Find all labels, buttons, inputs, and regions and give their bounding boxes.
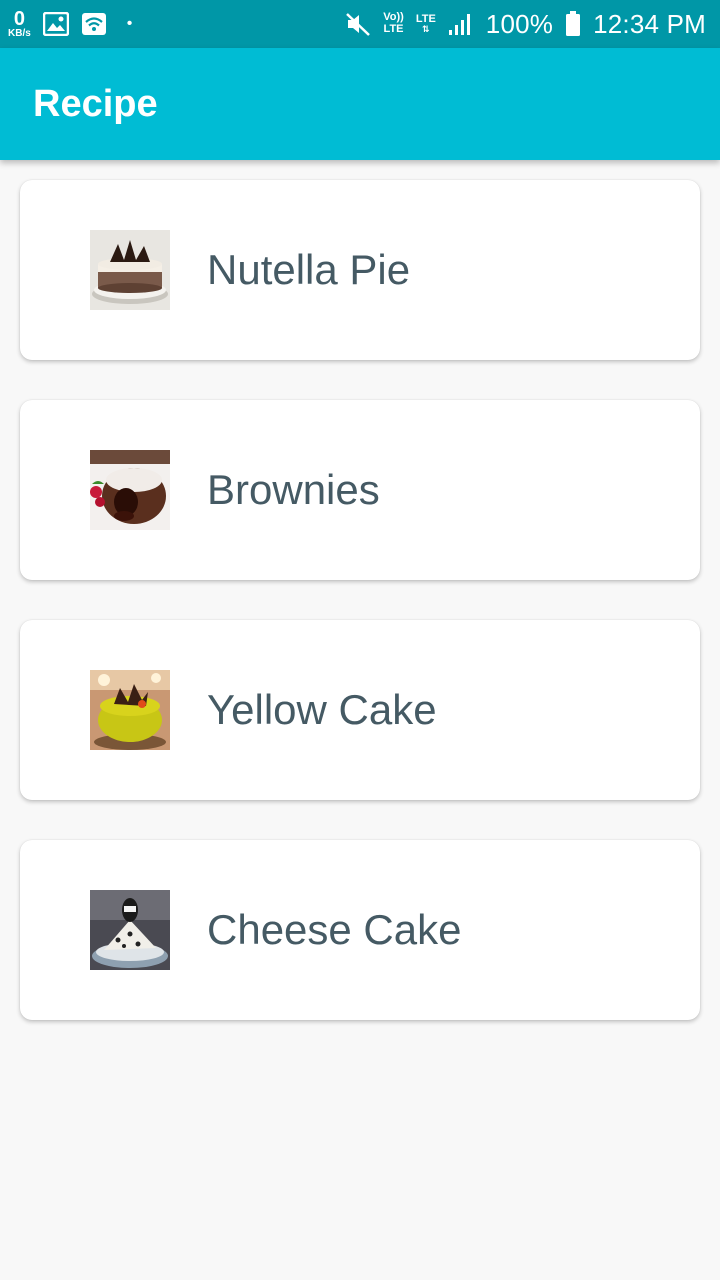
recipe-card-cheese-cake[interactable]: Cheese Cake	[20, 840, 700, 1020]
cheese-cake-image	[90, 890, 170, 970]
brownies-image	[90, 450, 170, 530]
network-speed-value: 0	[13, 8, 25, 30]
app-title: Recipe	[33, 82, 158, 125]
recipe-list: Nutella Pie Brownies Yellow Cake Cheese …	[20, 180, 700, 1060]
nutella-pie-image	[90, 230, 170, 310]
network-speed: 0 KB/s	[8, 9, 31, 39]
recipe-name: Cheese Cake	[207, 906, 462, 953]
recipe-card-yellow-cake[interactable]: Yellow Cake	[20, 620, 700, 800]
volte-bottom-label: LTE	[383, 23, 404, 35]
signal-icon	[448, 12, 474, 36]
status-bar-left: 0 KB/s •	[8, 9, 132, 39]
image-icon	[42, 12, 69, 36]
network-speed-unit: KB/s	[8, 28, 31, 39]
recipe-card-brownies[interactable]: Brownies	[20, 400, 700, 580]
clock: 12:34 PM	[593, 8, 706, 39]
yellow-cake-image	[90, 670, 170, 750]
data-arrows-icon: ⇅	[422, 24, 430, 35]
status-bar-right: Vo)) LTE LTE ⇅ 100% 12:34 PM	[345, 9, 706, 40]
recipe-name: Nutella Pie	[207, 246, 411, 293]
app-bar: Recipe	[0, 48, 720, 160]
status-bar: 0 KB/s • Vo)) LTE LTE ⇅ 100% 12:34 PM	[0, 0, 720, 48]
recipe-name: Yellow Cake	[207, 686, 437, 733]
battery-icon	[565, 11, 581, 37]
wifi-icon	[81, 12, 107, 36]
recipe-card-nutella-pie[interactable]: Nutella Pie	[20, 180, 700, 360]
battery-percentage: 100%	[485, 8, 554, 39]
volte-indicator: Vo)) LTE	[383, 12, 404, 35]
notification-dot: •	[126, 15, 133, 32]
recipe-name: Brownies	[207, 466, 380, 513]
mute-icon	[345, 11, 371, 37]
lte-indicator: LTE ⇅	[416, 13, 436, 35]
